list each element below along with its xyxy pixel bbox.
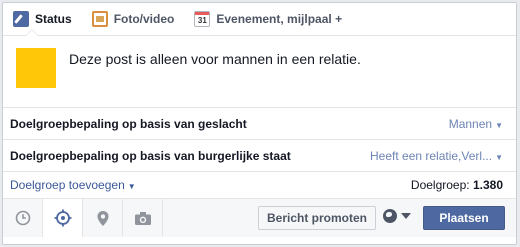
relationship-dropdown[interactable]: Heeft een relatie,Verl... ▼	[370, 149, 503, 163]
targeting-button[interactable]	[43, 199, 83, 237]
add-audience-link[interactable]: Doelgroep toevoegen ▼	[10, 178, 136, 192]
photo-upload-button[interactable]	[123, 199, 163, 237]
post-body[interactable]: Deze post is alleen voor mannen in een r…	[3, 36, 516, 108]
relationship-dropdown-value: Heeft een relatie,Verl...	[370, 148, 493, 163]
location-button[interactable]	[83, 199, 123, 237]
tab-event-label: Evenement, mijlpaal +	[216, 12, 343, 26]
targeting-gender-label: Doelgroepbepaling op basis van geslacht	[10, 116, 247, 131]
tab-event-milestone[interactable]: 31 Evenement, mijlpaal +	[194, 3, 342, 36]
gender-dropdown[interactable]: Mannen ▼	[449, 117, 503, 131]
location-pin-icon	[97, 210, 108, 226]
clock-icon	[15, 210, 30, 226]
targeting-relationship-row: Doelgroepbepaling op basis van burgerlij…	[3, 140, 516, 172]
privacy-selector[interactable]	[383, 209, 411, 223]
composer-bottom-bar: Bericht promoten Plaatsen	[3, 199, 516, 237]
avatar	[16, 48, 56, 88]
promote-post-button[interactable]: Bericht promoten	[258, 206, 376, 230]
composer-tabs: Status Foto/video 31 Evenement, mijlpaal…	[3, 3, 516, 36]
tab-status-label: Status	[35, 12, 72, 26]
chevron-down-icon: ▼	[495, 120, 503, 130]
calendar-icon: 31	[194, 11, 211, 27]
camera-icon	[134, 211, 151, 225]
post-composer: Status Foto/video 31 Evenement, mijlpaal…	[2, 2, 517, 245]
chevron-down-icon: ▼	[495, 152, 503, 162]
post-text-input[interactable]: Deze post is alleen voor mannen in een r…	[69, 51, 361, 67]
pencil-status-icon	[13, 11, 29, 27]
targeting-relationship-label: Doelgroepbepaling op basis van burgerlij…	[10, 148, 291, 163]
publish-button[interactable]: Plaatsen	[423, 206, 505, 230]
add-audience-label: Doelgroep toevoegen	[10, 178, 125, 192]
chevron-down-icon	[401, 213, 411, 219]
tab-status[interactable]: Status	[13, 3, 72, 36]
audience-count: Doelgroep: 1.380	[411, 178, 503, 192]
schedule-button[interactable]	[3, 199, 43, 237]
audience-count-label: Doelgroep:	[410, 178, 470, 192]
tab-photo-video-label: Foto/video	[113, 12, 175, 26]
active-tab-caret	[25, 29, 39, 36]
chevron-down-icon: ▼	[127, 182, 136, 191]
audience-row: Doelgroep toevoegen ▼ Doelgroep: 1.380	[3, 172, 516, 199]
audience-count-value: 1.380	[472, 178, 503, 192]
targeting-gender-row: Doelgroepbepaling op basis van geslacht …	[3, 108, 516, 140]
gender-dropdown-value: Mannen	[448, 116, 493, 131]
crosshair-target-icon	[54, 209, 71, 227]
globe-icon	[383, 209, 397, 223]
tab-photo-video[interactable]: Foto/video	[91, 3, 175, 36]
photo-icon	[91, 11, 108, 27]
